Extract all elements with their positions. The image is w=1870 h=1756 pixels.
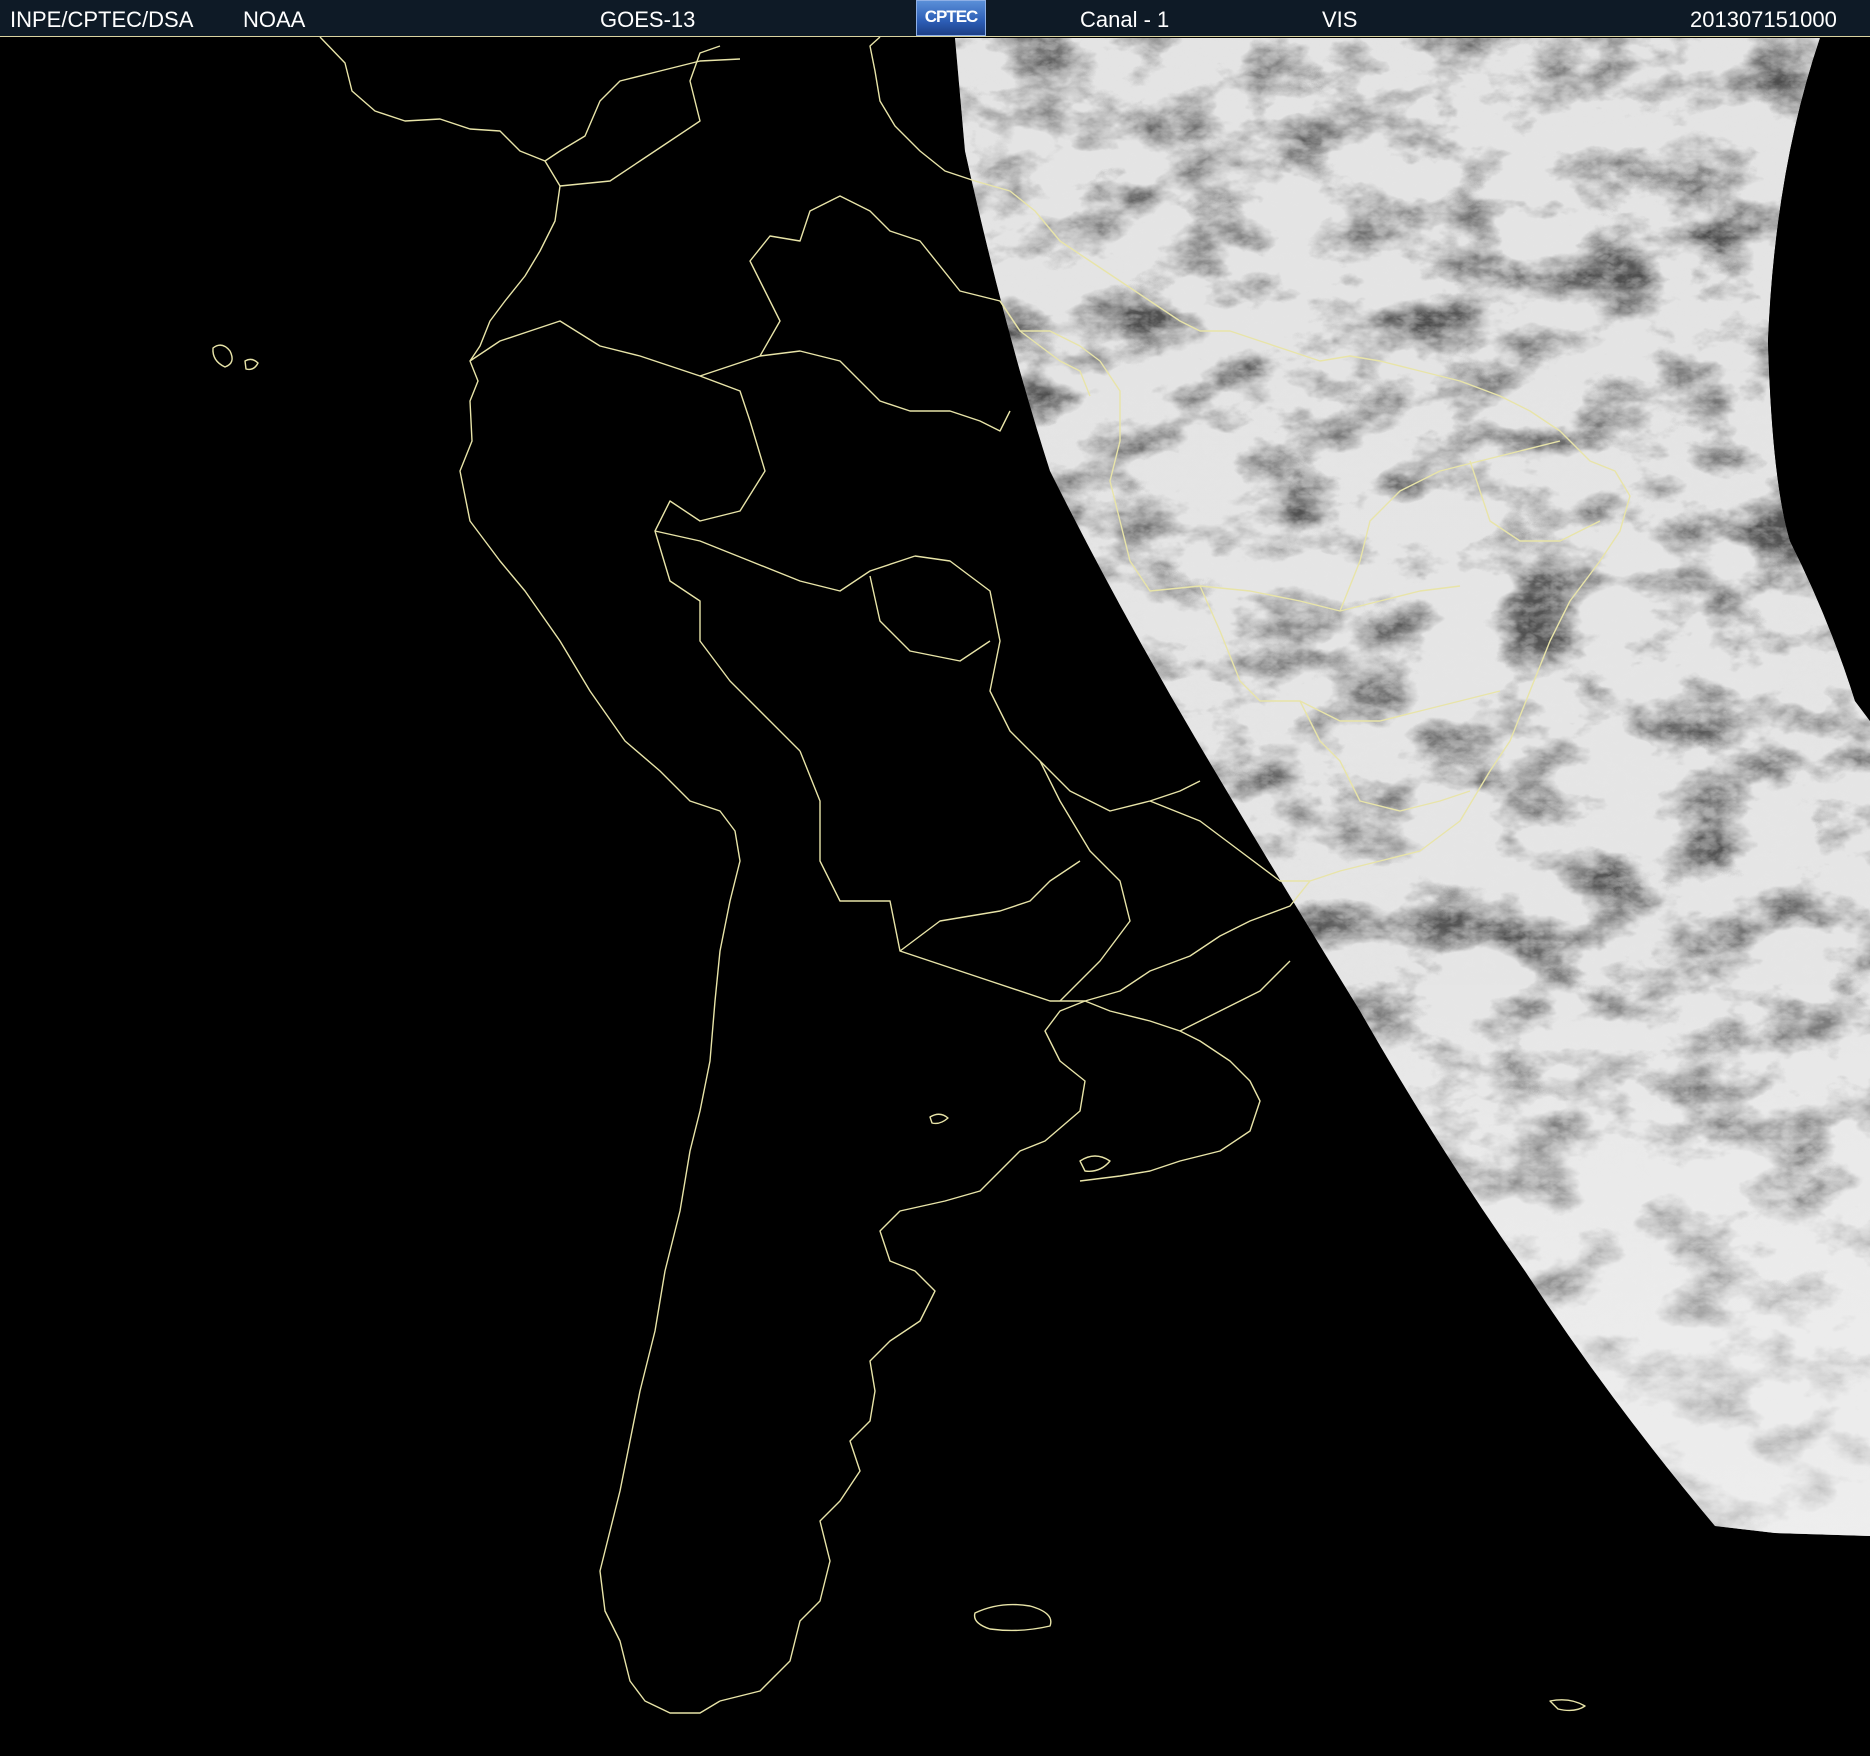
channel-label: Canal - 1 <box>1080 7 1170 32</box>
caribbean-coast <box>559 45 721 187</box>
map-svg <box>212 36 1870 1714</box>
paraguay-brazil-border <box>1039 760 1131 1002</box>
falkland-islands <box>973 1603 1052 1632</box>
central-america-coast <box>544 58 741 162</box>
brazil-southern-states <box>1179 960 1291 1032</box>
peru-brazil-north-border <box>654 530 916 592</box>
satellite-label: GOES-13 <box>600 7 696 32</box>
uruguay-border <box>1079 1000 1261 1182</box>
daylight-cloud-imagery <box>955 38 1870 1536</box>
header-bar: INPE/CPTEC/DSA NOAA GOES-13 CPTEC Canal … <box>0 0 1870 36</box>
lagoon-outline <box>1079 1155 1111 1172</box>
south-georgia-island <box>1549 1699 1586 1712</box>
timestamp-label: 201307151000 <box>1690 7 1837 32</box>
chile-bolivia-argentina-border <box>799 750 1085 1002</box>
institution-label: INPE/CPTEC/DSA <box>10 7 194 32</box>
lake-outline <box>929 1113 949 1125</box>
band-label: VIS <box>1322 7 1358 32</box>
galapagos-islet <box>244 358 259 371</box>
agency-label: NOAA <box>243 7 306 32</box>
satellite-image <box>0 36 1870 1751</box>
paraguay-argentina-border <box>899 860 1081 952</box>
colombia-brazil-border <box>759 350 1011 432</box>
colombia-peru-border <box>469 320 801 752</box>
galapagos-islands <box>212 344 233 368</box>
cptec-logo: CPTEC <box>916 0 986 36</box>
pacific-coastline <box>319 36 741 1714</box>
bolivia-north-border <box>869 575 991 662</box>
logo-text: CPTEC <box>924 7 979 26</box>
